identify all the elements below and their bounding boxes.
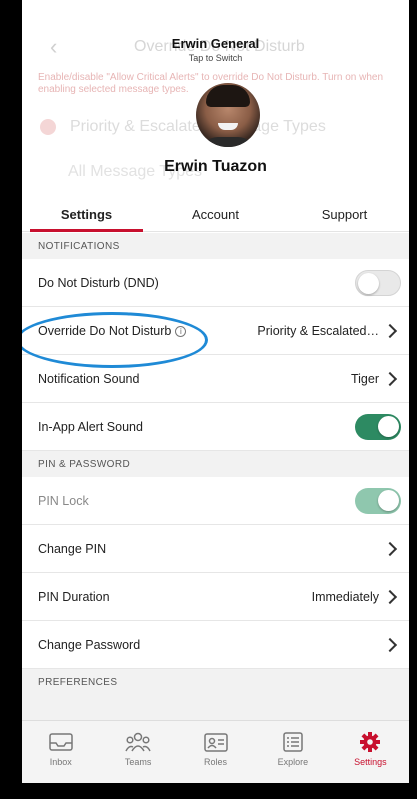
- explore-icon: [283, 732, 303, 752]
- change-password-label: Change Password: [38, 637, 141, 652]
- section-header-preferences: PREFERENCES: [22, 669, 409, 720]
- override-dnd-label-wrap: Override Do Not Disturb i: [38, 324, 257, 338]
- chevron-right-icon: [382, 371, 398, 386]
- account-switcher-hint[interactable]: Tap to Switch: [22, 53, 409, 63]
- pin-duration-label: PIN Duration: [38, 589, 110, 604]
- roles-icon: [203, 733, 228, 752]
- section-header-notifications: NOTIFICATIONS: [22, 233, 409, 259]
- notification-sound-value: Tiger: [350, 371, 379, 386]
- settings-tabs: Settings Account Support: [22, 196, 409, 232]
- pin-lock-label: PIN Lock: [38, 493, 89, 508]
- tabbar-item-settings[interactable]: Settings: [332, 721, 409, 783]
- tabbar-item-roles[interactable]: Roles: [177, 721, 254, 783]
- pin-duration-row[interactable]: PIN Duration Immediately: [22, 573, 409, 621]
- tabbar-item-teams[interactable]: Teams: [99, 721, 176, 783]
- change-pin-label: Change PIN: [38, 541, 107, 556]
- tabbar-label-settings: Settings: [354, 757, 387, 767]
- dnd-row[interactable]: Do Not Disturb (DND): [22, 259, 409, 307]
- chevron-right-icon: [382, 637, 398, 652]
- profile-name: Erwin Tuazon: [164, 158, 267, 175]
- dnd-toggle[interactable]: [355, 269, 401, 296]
- tabbar-label-inbox: Inbox: [49, 757, 72, 767]
- in-app-alert-toggle[interactable]: [355, 413, 401, 440]
- bottom-tab-bar: Inbox Teams Roles Explore Settings: [22, 720, 409, 783]
- pin-lock-toggle[interactable]: [355, 487, 401, 514]
- screen-frame-left: [0, 0, 22, 799]
- change-password-row[interactable]: Change Password: [22, 621, 409, 669]
- profile-header: Erwin General Tap to Switch Erwin Tuazon…: [22, 0, 409, 232]
- pin-lock-row[interactable]: PIN Lock: [22, 477, 409, 525]
- tabbar-label-explore: Explore: [277, 757, 309, 767]
- avatar[interactable]: [196, 83, 260, 147]
- tabbar-label-roles: Roles: [204, 757, 228, 767]
- dnd-label: Do Not Disturb (DND): [38, 275, 159, 290]
- section-header-pin-password: PIN & PASSWORD: [22, 451, 409, 477]
- tabbar-label-teams: Teams: [124, 757, 152, 767]
- tabbar-item-explore[interactable]: Explore: [254, 721, 331, 783]
- in-app-alert-row[interactable]: In-App Alert Sound: [22, 403, 409, 451]
- in-app-alert-label: In-App Alert Sound: [38, 419, 143, 434]
- override-dnd-row[interactable]: Override Do Not Disturb i Priority & Esca…: [22, 307, 409, 355]
- notification-sound-row[interactable]: Notification Sound Tiger: [22, 355, 409, 403]
- chevron-right-icon: [382, 589, 398, 604]
- tab-account[interactable]: Account: [151, 196, 280, 231]
- chevron-right-icon: [382, 323, 398, 338]
- teams-icon: [125, 732, 151, 752]
- change-pin-row[interactable]: Change PIN: [22, 525, 409, 573]
- notification-sound-label: Notification Sound: [38, 371, 140, 386]
- screen-frame-right: [409, 0, 417, 799]
- tab-settings[interactable]: Settings: [22, 196, 151, 232]
- settings-gear-icon: [360, 732, 381, 752]
- account-switcher-name[interactable]: Erwin General: [22, 36, 409, 51]
- screen-frame-bottom: [0, 783, 417, 799]
- override-dnd-label: Override Do Not Disturb: [38, 323, 172, 338]
- override-dnd-value: Priority & Escalated…: [257, 323, 379, 338]
- tab-support[interactable]: Support: [280, 196, 409, 231]
- tabbar-item-inbox[interactable]: Inbox: [22, 721, 99, 783]
- chevron-right-icon: [382, 541, 398, 556]
- pin-duration-value: Immediately: [311, 589, 379, 604]
- inbox-icon: [48, 733, 73, 751]
- info-icon[interactable]: i: [175, 325, 187, 337]
- phone-screen: ‹ Override Do Not Disturb Enable/disable…: [22, 0, 409, 783]
